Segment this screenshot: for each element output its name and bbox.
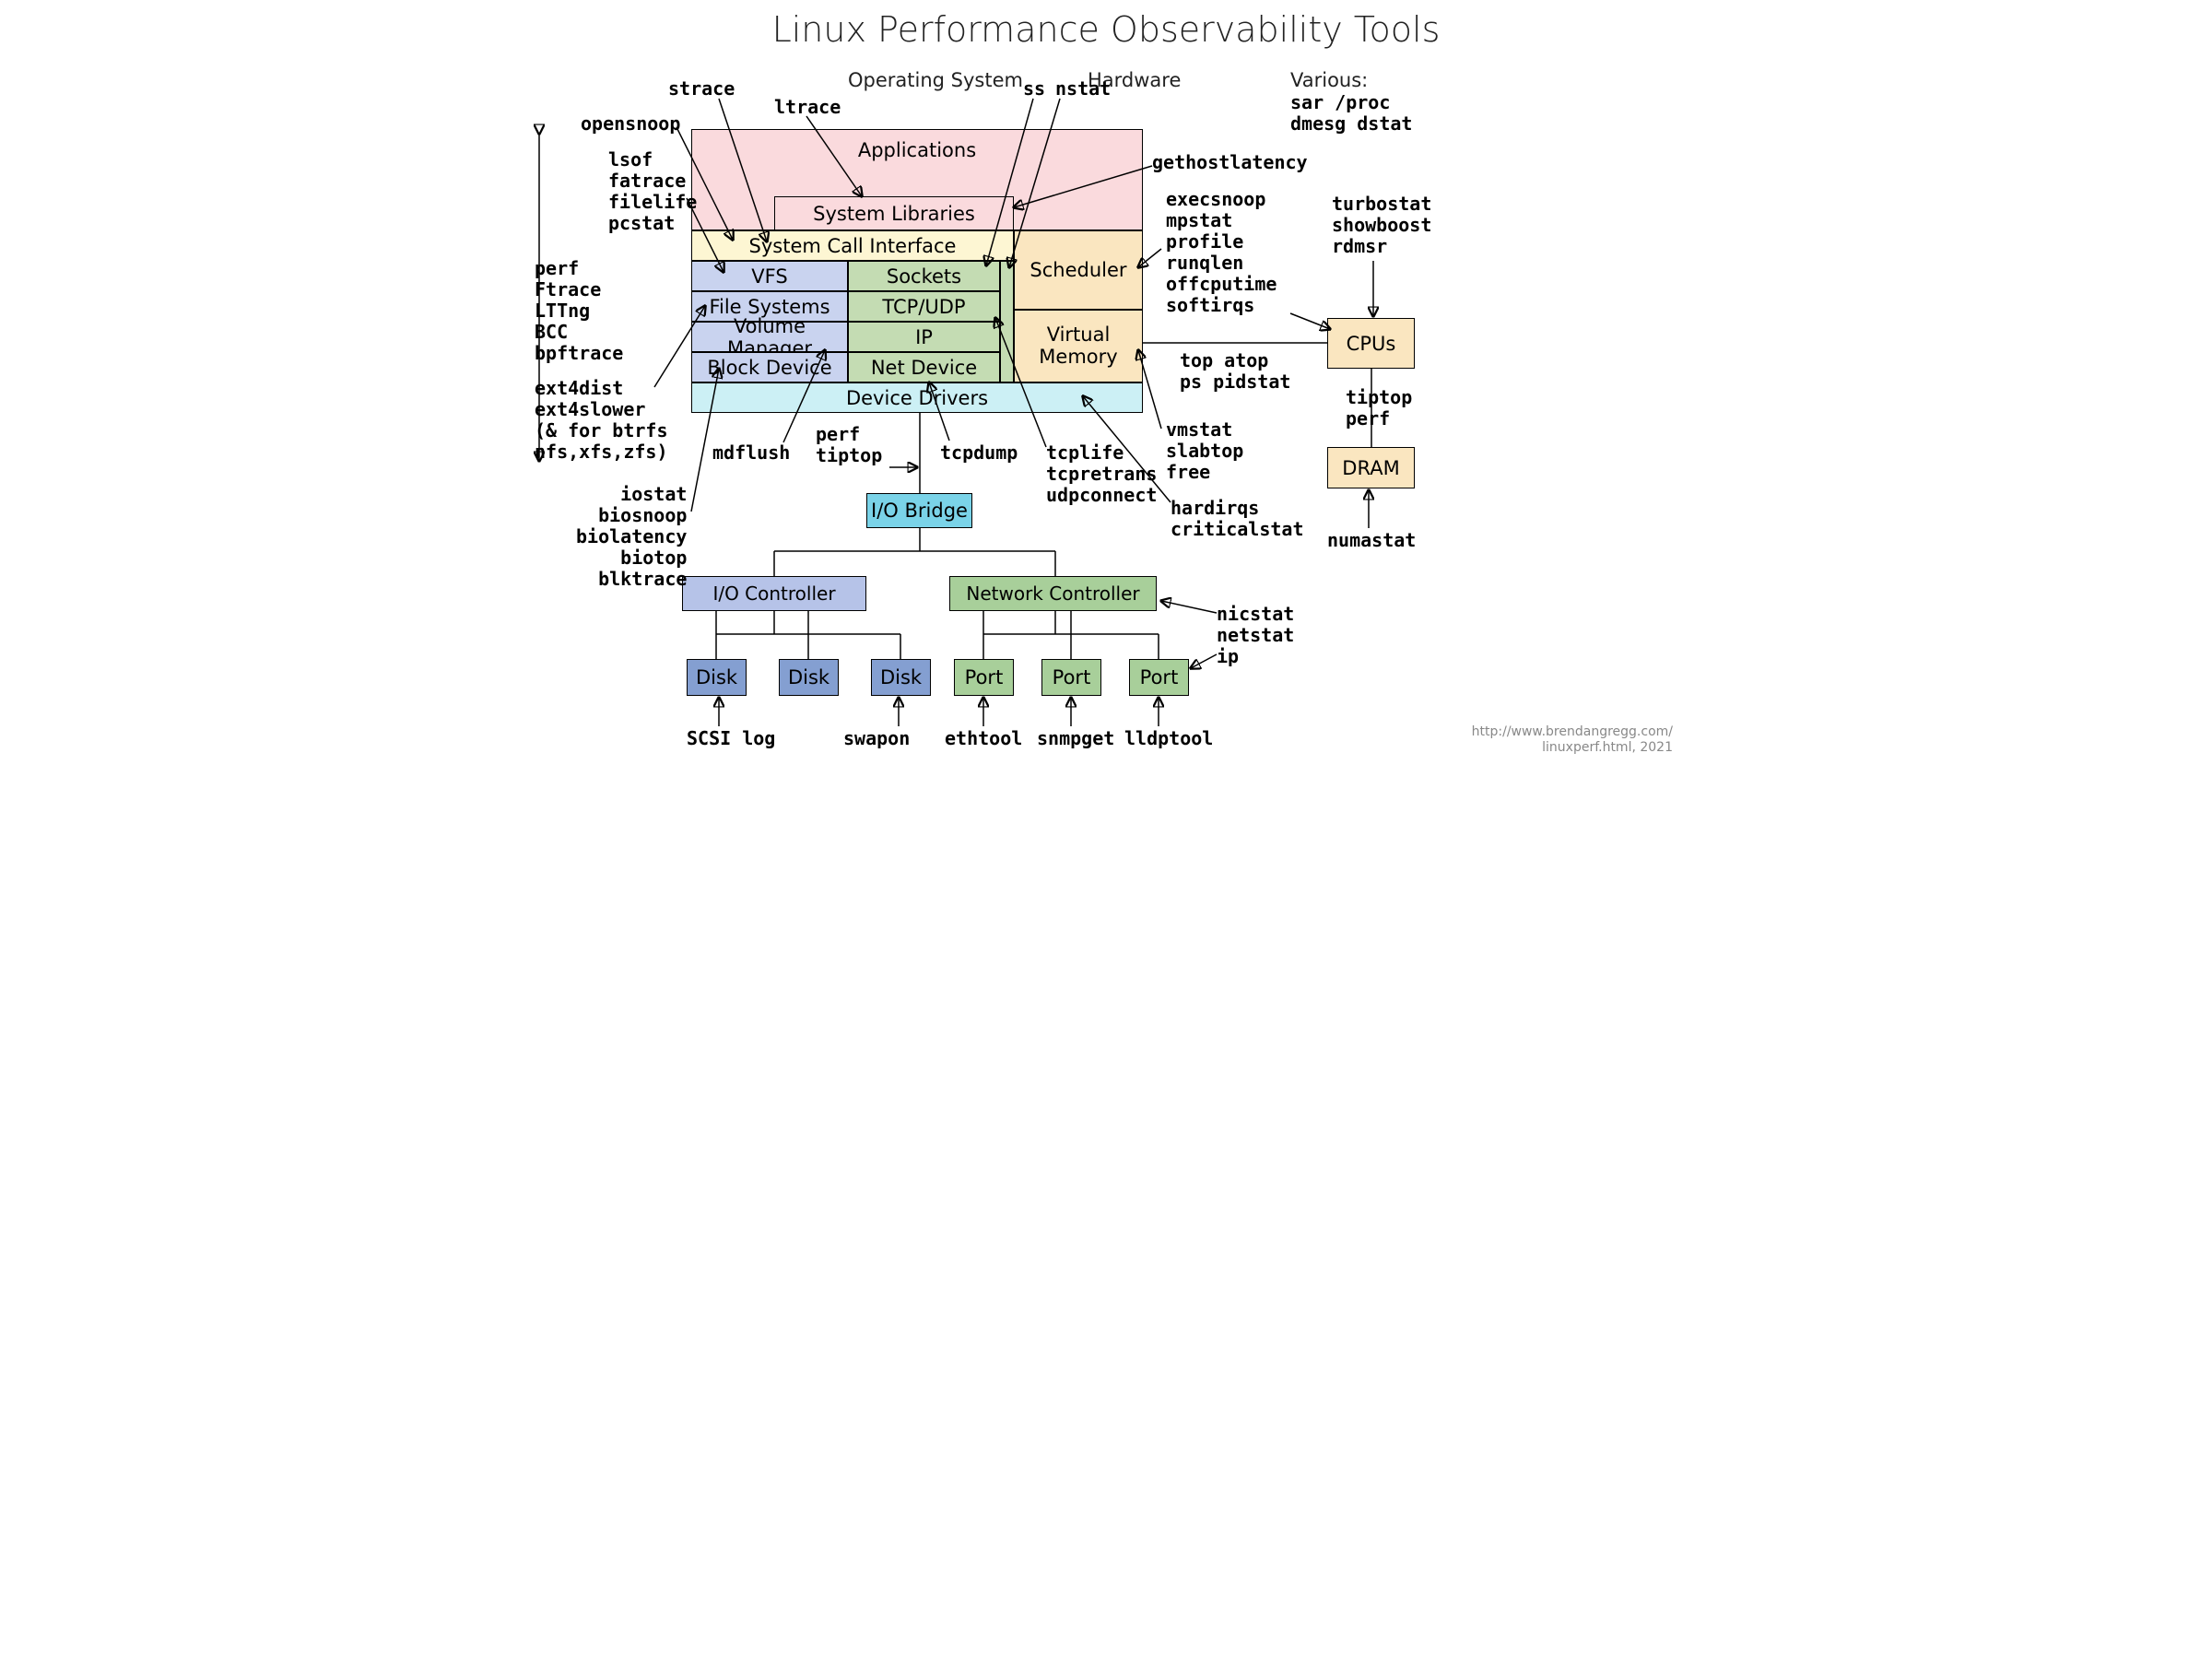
tool-perf-tiptop: perf tiptop [816, 424, 882, 466]
block-block-device: Block Device [691, 352, 848, 382]
tool-nstat: nstat [1055, 78, 1111, 100]
block-device-drivers: Device Drivers [691, 382, 1143, 413]
tool-turbostat-group: turbostat showboost rdmsr [1332, 194, 1431, 257]
block-network-controller: Network Controller [949, 576, 1157, 611]
block-disk-1: Disk [687, 659, 747, 696]
tool-execsnoop-group: execsnoop mpstat profile runqlen offcput… [1166, 189, 1277, 316]
block-volume-manager: Volume Manager [691, 322, 848, 352]
block-dram: DRAM [1327, 447, 1415, 488]
tool-ext4-group: ext4dist ext4slower (& for btrfs nfs,xfs… [535, 378, 668, 463]
block-disk-3: Disk [871, 659, 931, 696]
tool-nicstat-group: nicstat netstat ip [1217, 604, 1294, 667]
tool-top-group: top atop ps pidstat [1180, 350, 1290, 393]
diagram-title: Linux Performance Observability Tools [525, 9, 1687, 50]
tool-vmstat-group: vmstat slabtop free [1166, 419, 1243, 483]
tool-opensnoop: opensnoop [581, 113, 680, 135]
tool-scsilog: SCSI log [687, 728, 775, 749]
block-ip: IP [848, 322, 1000, 352]
section-os: Operating System [848, 69, 1023, 91]
block-vfs: VFS [691, 261, 848, 291]
tool-strace: strace [668, 78, 735, 100]
block-io-bridge: I/O Bridge [866, 493, 972, 528]
tool-ltrace: ltrace [774, 97, 841, 118]
block-net-sidebar [1000, 261, 1014, 382]
attribution: http://www.brendangregg.com/ linuxperf.h… [1472, 724, 1673, 756]
block-netdevice: Net Device [848, 352, 1000, 382]
block-cpus: CPUs [1327, 318, 1415, 369]
tool-ss: ss [1023, 78, 1045, 100]
tool-tiptop-perf: tiptop perf [1346, 387, 1412, 429]
tool-hardirqs-group: hardirqs criticalstat [1171, 498, 1304, 540]
block-system-libraries: System Libraries [774, 196, 1014, 230]
diagram-canvas: Linux Performance Observability Tools Op… [525, 0, 1687, 866]
tool-tcpdump: tcpdump [940, 442, 1018, 464]
tool-lsof-group: lsof fatrace filelife pcstat [608, 149, 697, 234]
tool-swapon: swapon [843, 728, 910, 749]
block-sockets: Sockets [848, 261, 1000, 291]
tool-perf-group: perf Ftrace LTTng BCC bpftrace [535, 258, 623, 364]
block-port-1: Port [954, 659, 1014, 696]
block-disk-2: Disk [779, 659, 839, 696]
tool-iostat-group: iostat biosnoop biolatency biotop blktra… [576, 484, 687, 590]
tool-tcplife-group: tcplife tcpretrans udpconnect [1046, 442, 1157, 506]
block-port-3: Port [1129, 659, 1189, 696]
section-various: Various: [1290, 69, 1368, 91]
block-io-controller: I/O Controller [682, 576, 866, 611]
tool-mdflush: mdflush [712, 442, 790, 464]
block-tcpudp: TCP/UDP [848, 291, 1000, 322]
tool-lldptool: lldptool [1124, 728, 1213, 749]
block-scheduler: Scheduler [1014, 230, 1143, 310]
tool-gethostlatency: gethostlatency [1152, 152, 1308, 173]
block-port-2: Port [1041, 659, 1101, 696]
tool-numastat: numastat [1327, 530, 1416, 551]
tool-various: sar /proc dmesg dstat [1290, 92, 1412, 135]
tool-snmpget: snmpget [1037, 728, 1114, 749]
block-syscall-interface: System Call Interface [691, 230, 1014, 261]
block-virtual-memory: Virtual Memory [1014, 310, 1143, 382]
tool-ethtool: ethtool [945, 728, 1022, 749]
